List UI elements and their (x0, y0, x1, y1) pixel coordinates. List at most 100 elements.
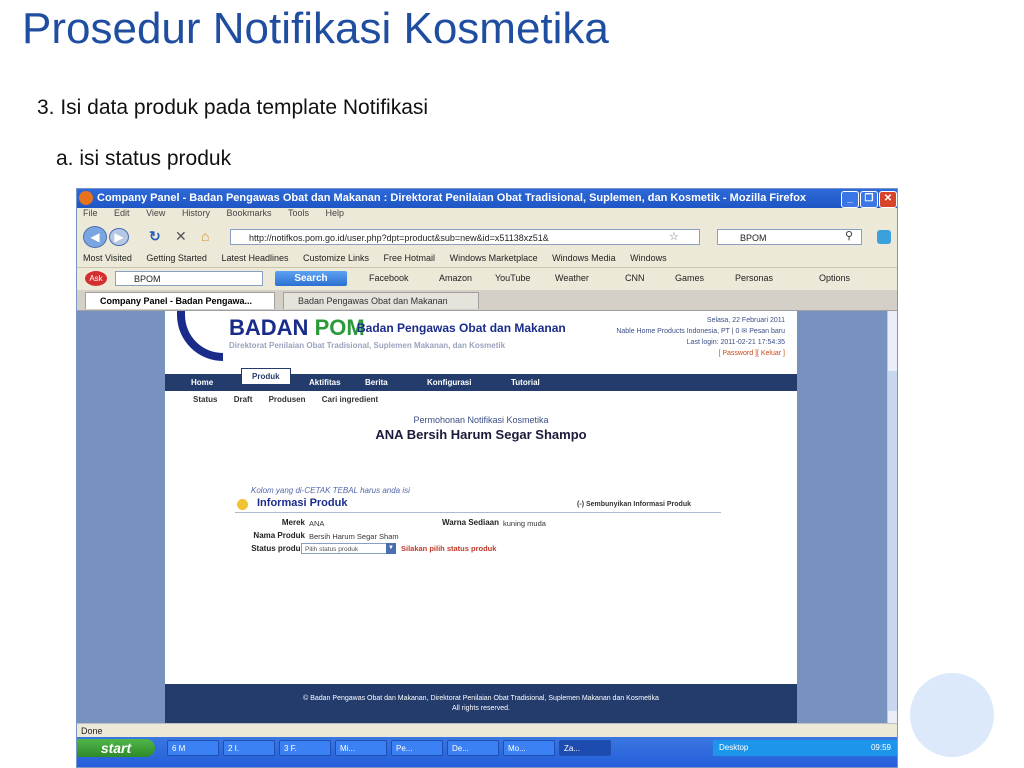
scrollbar-thumb[interactable] (888, 371, 897, 711)
toolbar-youtube[interactable]: YouTube (495, 273, 530, 283)
menu-tools[interactable]: Tools (288, 208, 309, 218)
header-user-info: Selasa, 22 Februari 2011 Nable Home Prod… (616, 315, 785, 359)
task-item-1[interactable]: 6 M (167, 740, 219, 756)
slide-substep: a. isi status produk (56, 147, 232, 170)
chevron-down-icon[interactable]: ▼ (386, 543, 396, 554)
nav-aktifitas[interactable]: Aktifitas (309, 378, 341, 387)
section-title: Informasi Produk (257, 497, 348, 509)
warna-label: Warna Sediaan (441, 518, 499, 527)
url-input[interactable]: http://notifkos.pom.go.id/user.php?dpt=p… (230, 229, 700, 245)
task-item-8[interactable]: Za... (559, 740, 611, 756)
subnav-produsen[interactable]: Produsen (269, 395, 306, 404)
logout-link[interactable]: [ Keluar ] (757, 350, 785, 357)
home-icon[interactable]: ⌂ (201, 228, 209, 244)
skype-icon[interactable] (877, 230, 891, 244)
warna-value: kuning muda (503, 519, 546, 528)
subnav-cari-ingredient[interactable]: Cari ingredient (322, 395, 378, 404)
task-item-3[interactable]: 3 F. (279, 740, 331, 756)
task-item-2[interactable]: 2 I. (223, 740, 275, 756)
subnav-draft[interactable]: Draft (234, 395, 253, 404)
tab-company-panel[interactable]: Company Panel - Badan Pengawa... (85, 292, 275, 309)
bookmark-windows[interactable]: Windows (630, 250, 667, 267)
bookmark-getting-started[interactable]: Getting Started (146, 250, 207, 267)
close-button[interactable]: ✕ (879, 191, 897, 208)
pom-logo-icon (177, 311, 223, 361)
nama-produk-label: Nama Produk (253, 531, 305, 540)
footer-rights: All rights reserved. (452, 705, 510, 712)
page-footer: © Badan Pengawas Obat dan Makanan, Direk… (165, 684, 797, 723)
system-tray: Desktop 09:59 (713, 740, 897, 756)
required-fields-note: Kolom yang di-CETAK TEBAL harus anda isi (251, 486, 410, 495)
bookmark-most-visited[interactable]: Most Visited (83, 250, 132, 267)
bookmark-customize-links[interactable]: Customize Links (303, 250, 369, 267)
bookmark-star-icon[interactable]: ☆ (669, 230, 679, 243)
minimize-button[interactable]: _ (841, 191, 859, 208)
task-item-7[interactable]: Mo... (503, 740, 555, 756)
status-produk-select[interactable]: Pilih status produk ▼ (301, 543, 396, 554)
tab-badan-pengawas[interactable]: Badan Pengawas Obat dan Makanan (283, 292, 479, 309)
slide-step: 3. Isi data produk pada template Notifik… (37, 96, 429, 119)
menu-bar: File Edit View History Bookmarks Tools H… (77, 208, 897, 222)
footer-copyright: © Badan Pengawas Obat dan Makanan, Direk… (303, 695, 659, 702)
menu-bookmarks[interactable]: Bookmarks (226, 208, 271, 218)
nav-tutorial[interactable]: Tutorial (511, 378, 540, 387)
maximize-button[interactable]: ❐ (860, 191, 878, 208)
window-title: Company Panel - Badan Pengawas Obat dan … (97, 192, 807, 204)
toolbar-weather[interactable]: Weather (555, 273, 589, 283)
main-navigation: Home Produk Aktifitas Berita Konfigurasi… (165, 368, 797, 391)
status-warning: Silakan pilih status produk (401, 544, 497, 553)
reload-icon[interactable]: ↻ (149, 228, 161, 245)
status-produk-label: Status produk (251, 544, 305, 553)
clock: 09:59 (870, 743, 891, 752)
toolbar-amazon[interactable]: Amazon (439, 273, 472, 283)
search-engine-input[interactable]: BPOM (717, 229, 862, 245)
search-icon[interactable]: ⚲ (845, 229, 853, 242)
menu-edit[interactable]: Edit (114, 208, 130, 218)
bookmark-free-hotmail[interactable]: Free Hotmail (384, 250, 436, 267)
bookmark-latest-headlines[interactable]: Latest Headlines (221, 250, 288, 267)
menu-file[interactable]: File (83, 208, 98, 218)
nav-home[interactable]: Home (191, 378, 213, 387)
bookmarks-bar: Most Visited Getting Started Latest Head… (77, 250, 897, 268)
subnav-status[interactable]: Status (193, 395, 217, 404)
windows-taskbar: start 6 M 2 I. 3 F. Mi... Pe... De... Mo… (77, 737, 897, 767)
merek-label: Merek (281, 518, 305, 527)
task-item-5[interactable]: Pe... (391, 740, 443, 756)
task-item-6[interactable]: De... (447, 740, 499, 756)
forward-button[interactable]: ▶ (109, 228, 129, 246)
nav-konfigurasi[interactable]: Konfigurasi (427, 378, 471, 387)
info-icon (237, 499, 248, 510)
nav-berita[interactable]: Berita (365, 378, 388, 387)
toolbar-options[interactable]: Options (819, 273, 850, 283)
back-button[interactable]: ◀ (83, 226, 107, 248)
vertical-scrollbar[interactable] (887, 311, 897, 723)
desktop-toolbar[interactable]: Desktop (719, 743, 748, 752)
toolbar-facebook[interactable]: Facebook (369, 273, 409, 283)
toolbar-cnn[interactable]: CNN (625, 273, 645, 283)
start-button[interactable]: start (77, 739, 155, 757)
nav-produk[interactable]: Produk (241, 368, 291, 384)
agency-name: Badan Pengawas Obat dan Makanan (357, 321, 566, 335)
sub-navigation: Status Draft Produsen Cari ingredient (193, 395, 392, 404)
window-titlebar: Company Panel - Badan Pengawas Obat dan … (77, 189, 897, 208)
ask-search-button[interactable]: Search (275, 271, 347, 286)
status-produk-selected: Pilih status produk (305, 546, 359, 553)
password-link[interactable]: [ Password ] (718, 350, 757, 357)
task-item-4[interactable]: Mi... (335, 740, 387, 756)
bookmark-windows-media[interactable]: Windows Media (552, 250, 616, 267)
menu-view[interactable]: View (146, 208, 165, 218)
toolbar-games[interactable]: Games (675, 273, 704, 283)
hide-product-info-link[interactable]: (-) Sembunyikan Informasi Produk (577, 501, 691, 508)
menu-history[interactable]: History (182, 208, 210, 218)
toolbar-personas[interactable]: Personas (735, 273, 773, 283)
bookmark-windows-marketplace[interactable]: Windows Marketplace (450, 250, 538, 267)
ask-search-input[interactable]: BPOM (115, 271, 263, 286)
header-new-messages[interactable]: Pesan baru (749, 328, 785, 335)
ask-toolbar: Ask BPOM Search Facebook Amazon YouTube … (77, 268, 897, 290)
menu-help[interactable]: Help (326, 208, 345, 218)
status-bar: Done (77, 723, 897, 737)
request-heading: Permohonan Notifikasi Kosmetika (413, 415, 549, 425)
merek-value: ANA (309, 519, 325, 528)
mail-icon: ✉ (741, 328, 748, 335)
stop-icon[interactable]: ✕ (175, 228, 187, 245)
